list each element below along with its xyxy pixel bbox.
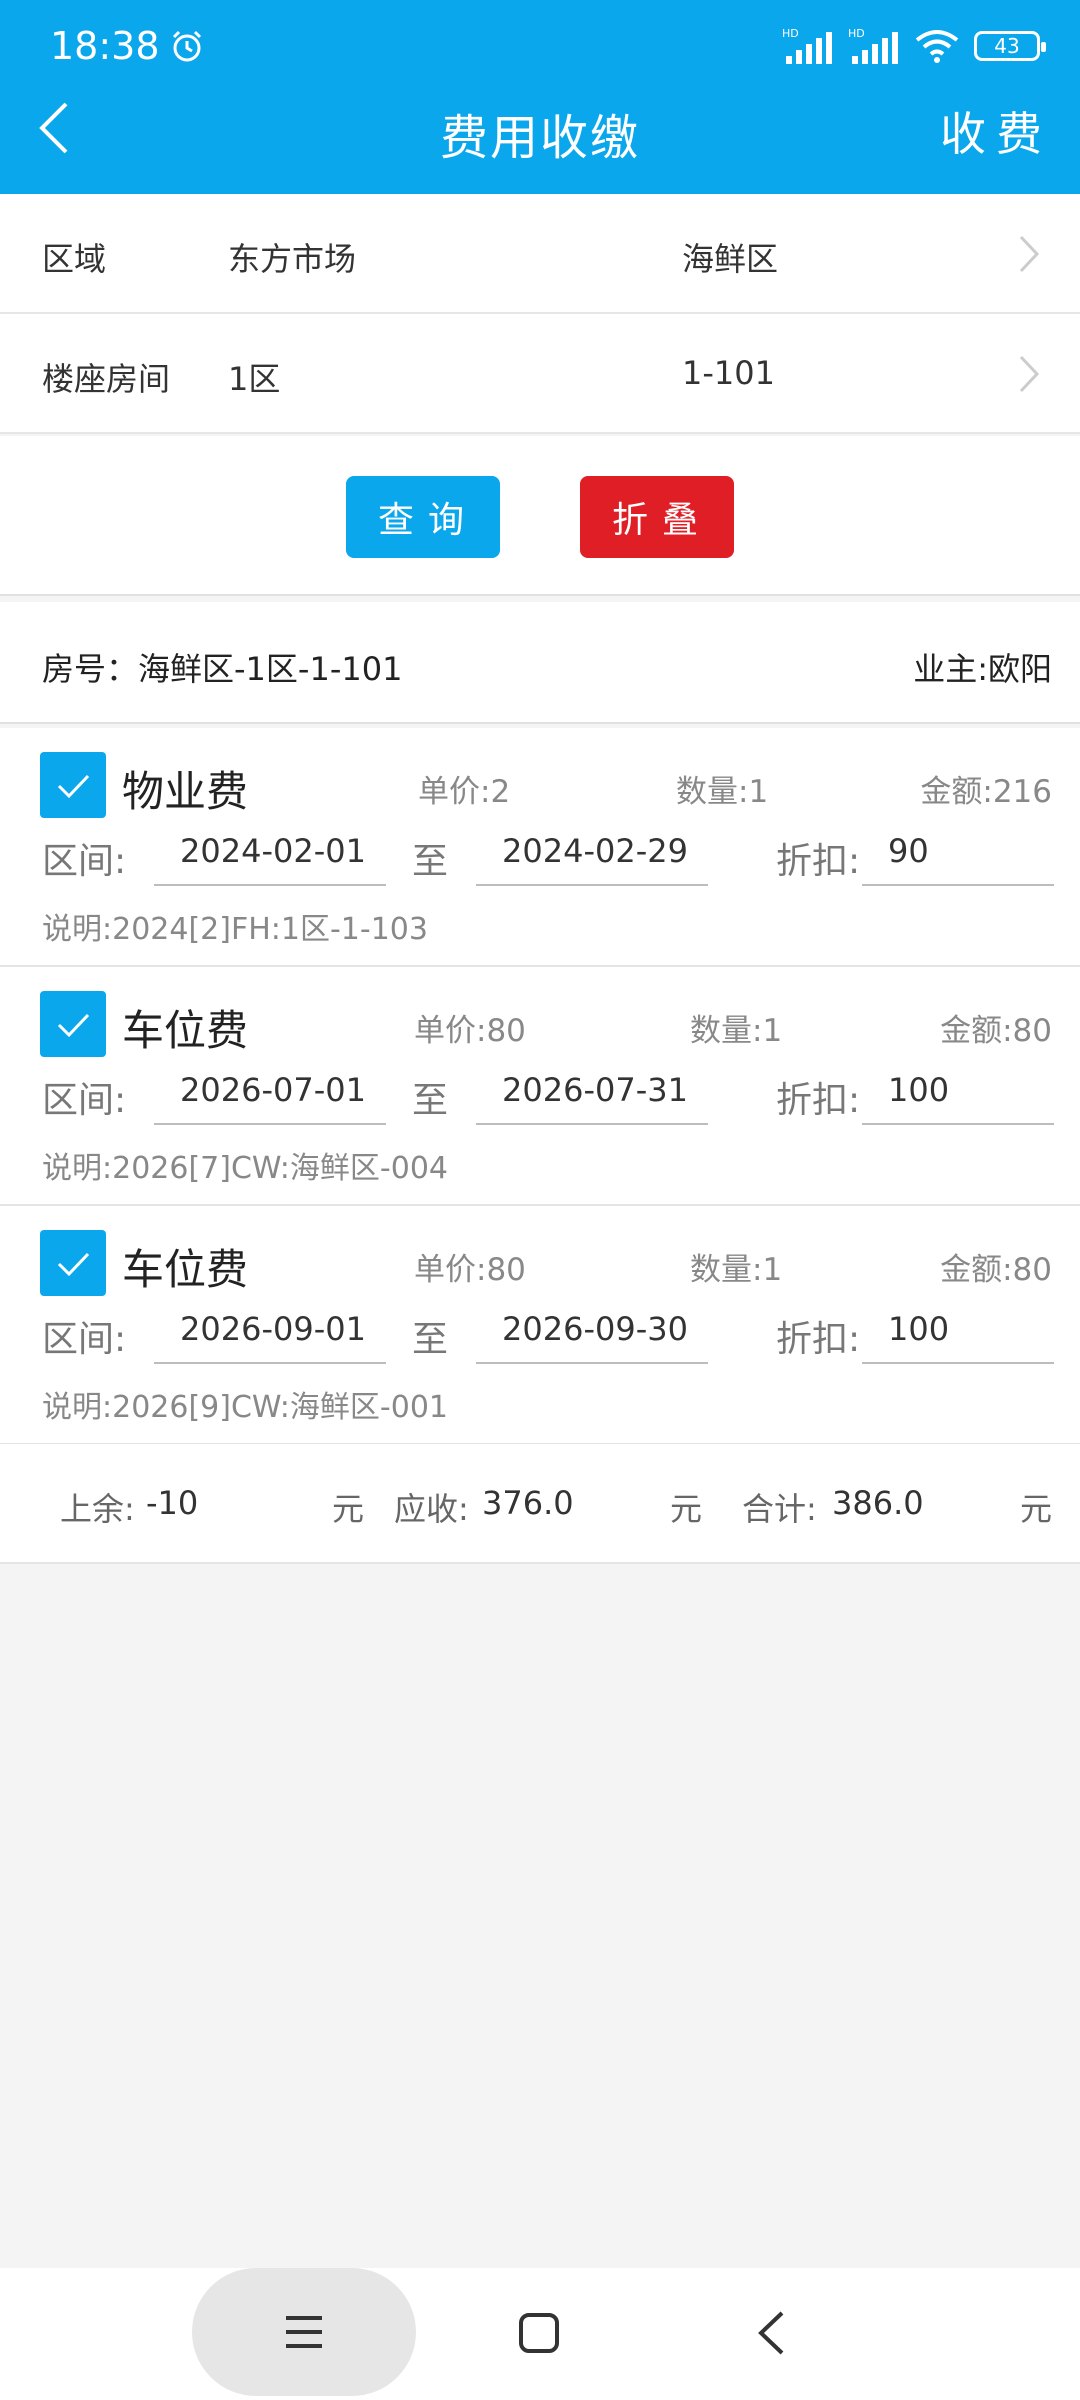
start-date-field[interactable]: 2024-02-01: [154, 826, 386, 886]
status-icons: HD HD 43: [782, 26, 1046, 66]
nav-back-icon[interactable]: [756, 2310, 786, 2356]
fee-name: 车位费: [122, 1245, 249, 1294]
total-unit: 元: [1020, 1490, 1053, 1528]
fee-amount: 金额:80: [940, 1013, 1052, 1049]
fee-quantity: 数量:1: [676, 774, 769, 810]
action-buttons-area: 查询 折叠: [0, 436, 1080, 596]
owner-name: 业主:欧阳: [913, 650, 1052, 688]
range-label: 区间:: [42, 1080, 127, 1121]
discount-label: 折扣:: [776, 1080, 861, 1121]
receivable-value: 376.0: [482, 1484, 574, 1522]
wifi-icon: [915, 30, 959, 63]
signal-icon: HD: [848, 27, 898, 64]
balance-unit: 元: [332, 1490, 365, 1528]
building-value[interactable]: 1区: [228, 354, 280, 400]
charge-button[interactable]: 收费: [940, 98, 1052, 164]
chevron-right-icon: [1019, 235, 1040, 273]
area-selector-row[interactable]: 区域 东方市场 海鲜区: [0, 194, 1080, 314]
fee-unit-price: 单价:80: [414, 1013, 526, 1049]
fee-name: 车位费: [122, 1006, 249, 1055]
checkbox-checked-icon[interactable]: [40, 991, 106, 1057]
battery-icon: 43: [974, 31, 1046, 61]
fee-amount: 金额:216: [920, 774, 1052, 810]
balance-value: -10: [146, 1484, 199, 1522]
start-date-field[interactable]: 2026-09-01: [154, 1304, 386, 1364]
zone-value[interactable]: 海鲜区: [682, 234, 778, 280]
fee-item: 车位费 单价:80 数量:1 金额:80 区间: 2026-09-01 至 20…: [0, 1206, 1080, 1445]
total-label: 合计:: [742, 1490, 817, 1528]
fee-unit-price: 单价:2: [418, 774, 511, 810]
fee-name: 物业费: [122, 767, 249, 816]
fee-item: 物业费 单价:2 数量:1 金额:216 区间: 2024-02-01 至 20…: [0, 728, 1080, 967]
fee-unit-price: 单价:80: [414, 1252, 526, 1288]
room-value[interactable]: 1-101: [682, 354, 775, 392]
checkbox-checked-icon[interactable]: [40, 1230, 106, 1296]
end-date-field[interactable]: 2026-09-30: [476, 1304, 708, 1364]
discount-label: 折扣:: [776, 841, 861, 882]
signal-icon: HD: [782, 27, 832, 64]
to-label: 至: [412, 841, 449, 882]
chevron-right-icon: [1019, 355, 1040, 393]
fee-note: 说明:2026[7]CW:海鲜区-004: [42, 1151, 448, 1186]
menu-icon[interactable]: [284, 2312, 324, 2352]
status-time: 18:38: [50, 24, 204, 68]
end-date-field[interactable]: 2026-07-31: [476, 1065, 708, 1125]
page-title: 费用收缴: [439, 110, 640, 166]
fee-amount: 金额:80: [940, 1252, 1052, 1288]
fee-quantity: 数量:1: [690, 1252, 783, 1288]
receivable-unit: 元: [670, 1490, 703, 1528]
total-value: 386.0: [832, 1484, 924, 1522]
app-header: 18:38 HD HD 43 费用收缴 收费: [0, 0, 1080, 194]
to-label: 至: [412, 1080, 449, 1121]
discount-label: 折扣:: [776, 1319, 861, 1360]
fee-list: 物业费 单价:2 数量:1 金额:216 区间: 2024-02-01 至 20…: [0, 728, 1080, 1445]
start-date-field[interactable]: 2026-07-01: [154, 1065, 386, 1125]
room-info-bar: 房号：海鲜区-1区-1-101 业主:欧阳: [0, 602, 1080, 724]
discount-field[interactable]: 100: [862, 1304, 1054, 1364]
building-room-selector-row[interactable]: 楼座房间 1区 1-101: [0, 314, 1080, 434]
range-label: 区间:: [42, 1319, 127, 1360]
receivable-label: 应收:: [394, 1490, 469, 1528]
fee-item: 车位费 单价:80 数量:1 金额:80 区间: 2026-07-01 至 20…: [0, 967, 1080, 1206]
svg-text:HD: HD: [848, 27, 865, 40]
discount-field[interactable]: 100: [862, 1065, 1054, 1125]
room-number: 房号：海鲜区-1区-1-101: [42, 650, 403, 688]
fee-note: 说明:2024[2]FH:1区-1-103: [42, 912, 428, 947]
fee-note: 说明:2026[9]CW:海鲜区-001: [42, 1390, 448, 1425]
summary-bar: 上余: -10 元 应收: 376.0 元 合计: 386.0 元: [0, 1444, 1080, 1564]
fee-quantity: 数量:1: [690, 1013, 783, 1049]
range-label: 区间:: [42, 841, 127, 882]
home-icon[interactable]: [518, 2312, 560, 2354]
checkbox-checked-icon[interactable]: [40, 752, 106, 818]
discount-field[interactable]: 90: [862, 826, 1054, 886]
system-nav-bar: [0, 2268, 1080, 2400]
end-date-field[interactable]: 2024-02-29: [476, 826, 708, 886]
to-label: 至: [412, 1319, 449, 1360]
area-label: 区域: [42, 240, 107, 278]
building-room-label: 楼座房间: [42, 360, 171, 398]
market-value[interactable]: 东方市场: [228, 234, 356, 280]
fold-button[interactable]: 折叠: [580, 476, 734, 558]
svg-text:HD: HD: [782, 27, 799, 40]
query-button[interactable]: 查询: [346, 476, 500, 558]
alarm-icon: [172, 30, 201, 62]
balance-label: 上余:: [60, 1490, 135, 1528]
